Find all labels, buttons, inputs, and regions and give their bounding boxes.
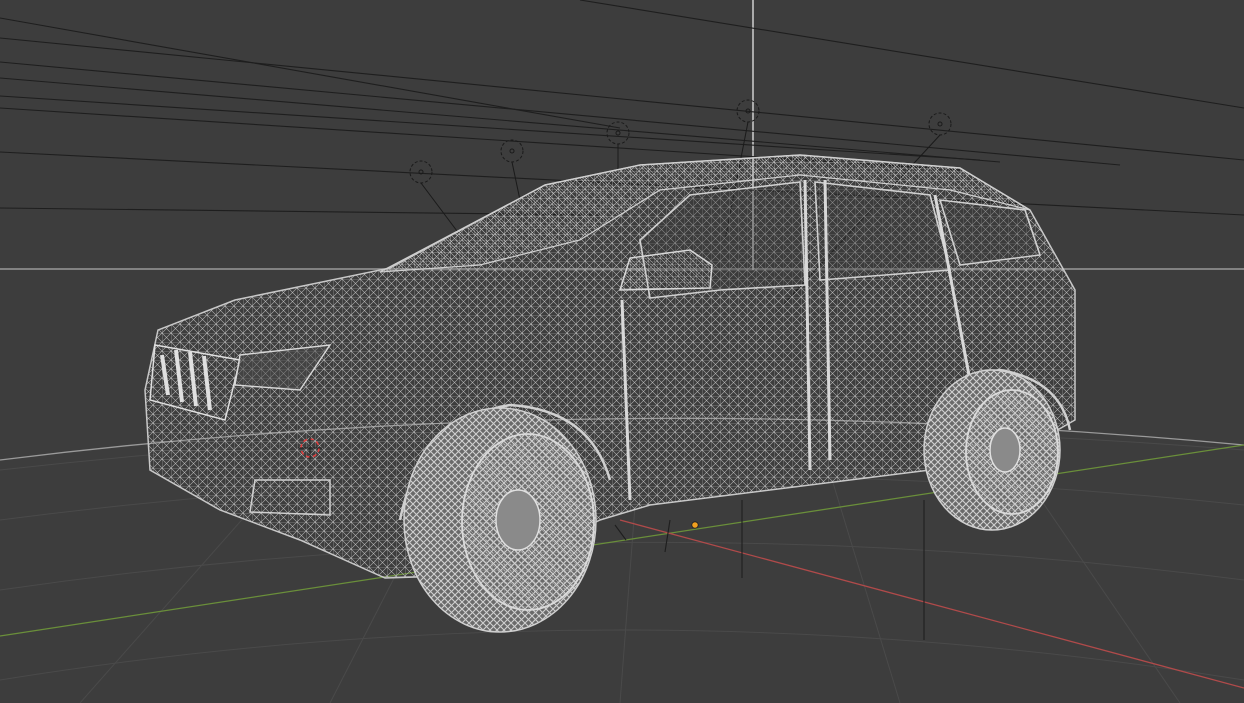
wheel-rear [923,369,1061,531]
wheel-front [403,407,597,633]
viewport-canvas [0,0,1244,703]
3d-viewport[interactable] [0,0,1244,703]
wireframe-suv [144,154,1076,579]
x-axis-line [619,519,1244,689]
origin-dot-icon [691,521,699,529]
